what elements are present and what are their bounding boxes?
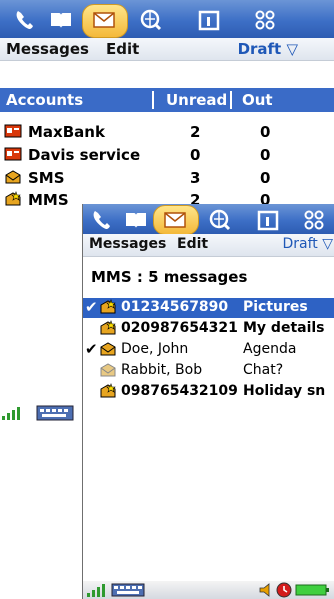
apps-grid-icon[interactable] <box>301 207 327 233</box>
unread-count: 2 <box>190 123 201 141</box>
mms-icon <box>5 191 21 206</box>
keyboard-icon[interactable] <box>111 583 145 597</box>
mms-summary: MMS : 5 messages <box>91 268 248 286</box>
mms-message-icon <box>100 299 116 314</box>
column-divider <box>152 91 154 109</box>
accounts-table-header: Accounts Unread Out <box>0 88 334 112</box>
message-subject: Holiday sn <box>243 383 326 399</box>
envelope-icon <box>91 7 117 33</box>
unread-column-header[interactable]: Unread <box>166 91 227 109</box>
message-sender: 01234567890 <box>121 299 229 315</box>
out-count: 0 <box>260 123 271 141</box>
calendar-icon[interactable] <box>196 7 222 33</box>
mms-message-list-screen: Messages Edit Draft ▽ MMS : 5 messages ✔… <box>82 204 334 599</box>
out-count: 0 <box>260 169 271 187</box>
accounts-column-header[interactable]: Accounts <box>6 91 83 109</box>
message-row[interactable]: ✔ Doe, John Agenda <box>83 340 334 360</box>
messages-menu[interactable]: Messages <box>89 236 166 252</box>
out-count: 0 <box>260 146 271 164</box>
account-name: MaxBank <box>28 123 105 141</box>
account-name: Davis service <box>28 146 141 164</box>
alarm-clock-icon[interactable] <box>275 582 293 598</box>
out-column-header[interactable]: Out <box>242 91 273 109</box>
message-sender: 098765432109 <box>121 383 238 399</box>
message-subject: My details <box>243 320 325 336</box>
account-name: SMS <box>28 169 65 187</box>
contacts-book-icon[interactable] <box>48 7 74 33</box>
email-account-icon <box>4 147 22 161</box>
message-row[interactable]: 020987654321 My details <box>83 319 334 339</box>
contacts-book-icon[interactable] <box>123 207 149 233</box>
mms-message-read-icon <box>100 363 116 377</box>
menu-bar: Messages Edit Draft ▽ <box>0 38 334 61</box>
status-bar <box>0 405 80 421</box>
browser-globe-icon[interactable] <box>138 7 164 33</box>
message-sender: 020987654321 <box>121 320 238 336</box>
message-row[interactable]: Rabbit, Bob Chat? <box>83 361 334 381</box>
message-subject: Agenda <box>243 341 297 357</box>
message-subject: Chat? <box>243 362 284 378</box>
email-account-icon <box>4 124 22 138</box>
app-tab-bar <box>0 0 334 38</box>
edit-menu[interactable]: Edit <box>177 236 208 252</box>
mms-message-icon <box>100 320 116 335</box>
messages-menu[interactable]: Messages <box>6 40 89 58</box>
mms-message-read-icon <box>100 342 116 356</box>
envelope-icon <box>162 207 188 233</box>
phone-icon[interactable] <box>12 7 38 33</box>
account-name: MMS <box>28 191 69 209</box>
draft-dropdown[interactable]: Draft ▽ <box>238 40 298 58</box>
signal-strength-icon <box>2 407 20 420</box>
calendar-icon[interactable] <box>255 207 281 233</box>
speaker-icon[interactable] <box>259 583 275 597</box>
battery-icon <box>295 584 329 596</box>
apps-grid-icon[interactable] <box>252 7 278 33</box>
checkmark-icon: ✔ <box>85 298 98 316</box>
draft-dropdown[interactable]: Draft ▽ <box>282 236 333 252</box>
column-divider <box>230 91 232 109</box>
sms-icon <box>5 170 21 184</box>
keyboard-icon[interactable] <box>36 405 74 421</box>
app-tab-bar <box>83 204 334 235</box>
status-bar <box>83 581 334 599</box>
message-sender: Rabbit, Bob <box>121 362 203 378</box>
message-sender: Doe, John <box>121 341 189 357</box>
phone-icon[interactable] <box>89 207 115 233</box>
message-row-selected[interactable]: ✔ 01234567890 Pictures <box>83 298 334 318</box>
unread-count: 3 <box>190 169 201 187</box>
checkmark-icon: ✔ <box>85 340 98 358</box>
edit-menu[interactable]: Edit <box>106 40 139 58</box>
message-subject: Pictures <box>243 299 308 315</box>
browser-globe-icon[interactable] <box>207 207 233 233</box>
menu-bar: Messages Edit Draft ▽ <box>83 234 334 257</box>
mms-message-icon <box>100 383 116 398</box>
message-row[interactable]: 098765432109 Holiday sn <box>83 382 334 402</box>
unread-count: 0 <box>190 146 201 164</box>
signal-strength-icon <box>87 584 105 597</box>
